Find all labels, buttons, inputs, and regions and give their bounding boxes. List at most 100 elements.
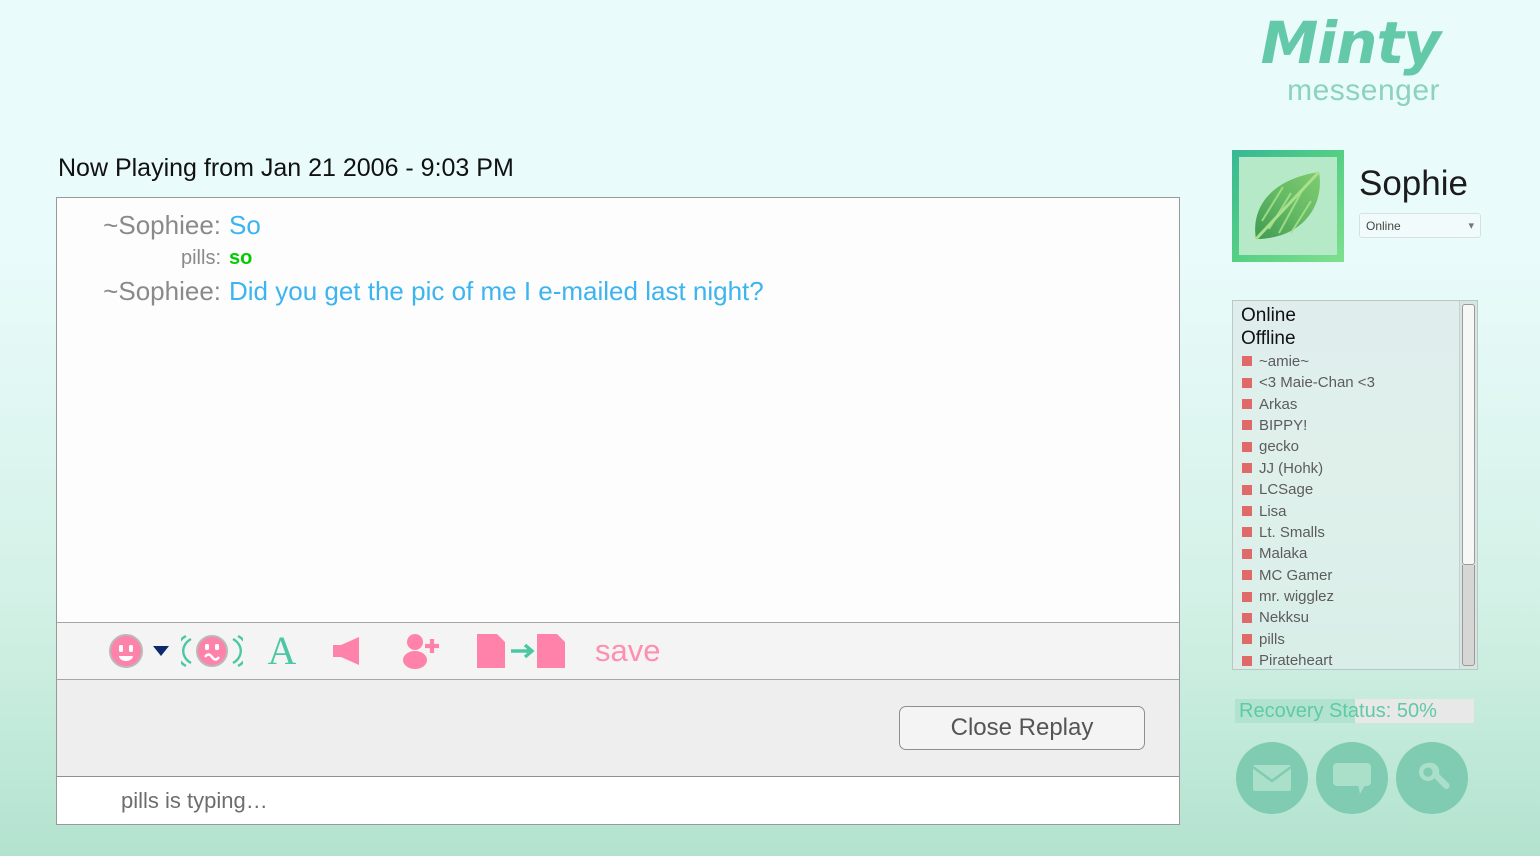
message-row: pills: so xyxy=(57,245,1179,273)
typing-indicator: pills is typing… xyxy=(121,787,268,813)
buddy-name: Lisa xyxy=(1259,502,1287,520)
add-person-icon xyxy=(403,634,439,669)
chat-button[interactable] xyxy=(1316,742,1388,814)
chevron-down-icon xyxy=(152,646,169,656)
message-composer[interactable]: pills is typing… xyxy=(57,776,1179,824)
message-sender: ~Sophiee: xyxy=(103,210,221,240)
offline-status-icon xyxy=(1242,548,1252,559)
list-item[interactable]: Pirateheart xyxy=(1239,650,1459,669)
buddy-name: Lt. Smalls xyxy=(1259,523,1325,541)
message-list: ~Sophiee: So pills: so ~Sophiee: Did you get … xyxy=(57,198,1179,622)
offline-status-icon xyxy=(1242,612,1252,623)
buzz-button[interactable] xyxy=(175,628,249,674)
buddy-name: LCSage xyxy=(1259,481,1314,499)
offline-status-icon xyxy=(1242,441,1252,452)
replay-title: Now Playing from Jan 21 2006 - 9:03 PM xyxy=(58,154,514,182)
buddy-name: Arkas xyxy=(1259,395,1298,413)
buddy-name: Malaka xyxy=(1259,545,1308,563)
buddy-name: mr. wigglez xyxy=(1259,588,1335,606)
offline-status-icon xyxy=(1242,506,1252,517)
buddy-list-scrollbar[interactable] xyxy=(1459,301,1477,669)
message-sender: ~Sophiee: xyxy=(103,276,221,307)
save-button[interactable]: save xyxy=(581,628,691,674)
list-item[interactable]: Lt. Smalls xyxy=(1239,522,1459,543)
app-branding: Minty messenger xyxy=(1120,9,1441,107)
buddy-name: pills xyxy=(1259,630,1285,648)
buddy-group-online[interactable]: Online xyxy=(1239,305,1459,328)
profile-row: Sophie Online ▾ xyxy=(1232,150,1492,262)
offline-status-icon xyxy=(1242,527,1252,538)
emoji-picker-button[interactable] xyxy=(101,628,175,674)
recovery-status-bar: Recovery Status: 50% xyxy=(1235,699,1474,723)
scrollbar-thumb[interactable] xyxy=(1462,304,1475,565)
smiley-icon xyxy=(108,634,143,668)
list-item[interactable]: pills xyxy=(1239,629,1459,650)
status-value: Online xyxy=(1366,218,1401,233)
font-a-icon: A xyxy=(267,628,297,673)
list-item[interactable]: Lisa xyxy=(1239,500,1459,521)
list-item[interactable]: gecko xyxy=(1239,436,1459,457)
offline-status-icon xyxy=(1242,570,1252,581)
sound-button[interactable] xyxy=(315,628,381,674)
list-item[interactable]: JJ (Hohk) xyxy=(1239,458,1459,479)
chat-toolbar: A save xyxy=(57,622,1179,680)
buddy-group-offline[interactable]: Offline xyxy=(1239,328,1459,351)
font-button[interactable]: A xyxy=(249,628,315,674)
buddy-name: ~amie~ xyxy=(1259,352,1310,370)
list-item[interactable]: ~amie~ xyxy=(1239,351,1459,372)
buddy-name: JJ (Hohk) xyxy=(1259,459,1324,477)
message-text: Did you get the pic of me I e-mailed las… xyxy=(229,276,764,307)
list-item[interactable]: Malaka xyxy=(1239,543,1459,564)
buddy-list: Online Offline ~amie~ <3 Maie-Chan <3 Arka… xyxy=(1233,301,1459,669)
buddy-list-panel[interactable]: Online Offline ~amie~ <3 Maie-Chan <3 Arka… xyxy=(1232,300,1478,670)
invite-button[interactable] xyxy=(381,628,461,674)
app-logo-title: Minty xyxy=(1260,9,1441,77)
quick-action-buttons xyxy=(1236,742,1468,814)
offline-status-icon xyxy=(1242,591,1252,602)
offline-status-icon xyxy=(1242,420,1252,431)
buzz-smiley-icon xyxy=(181,634,243,668)
file-transfer-icon xyxy=(477,634,565,668)
list-item[interactable]: MC Gamer xyxy=(1239,565,1459,586)
wrench-icon xyxy=(1418,762,1450,789)
message-row: ~Sophiee: So xyxy=(57,208,1179,243)
buddy-name: <3 Maie-Chan <3 xyxy=(1259,374,1375,392)
buddy-name: BIPPY! xyxy=(1259,416,1308,434)
speech-bubble-icon xyxy=(1333,763,1371,794)
speaker-icon xyxy=(333,637,359,665)
offline-status-icon xyxy=(1242,377,1252,388)
close-replay-button[interactable]: Close Replay xyxy=(899,706,1145,750)
envelope-icon xyxy=(1252,765,1292,791)
buddy-name: MC Gamer xyxy=(1259,566,1333,584)
list-item[interactable]: <3 Maie-Chan <3 xyxy=(1239,372,1459,393)
offline-status-icon xyxy=(1242,463,1252,474)
offline-status-icon xyxy=(1242,399,1252,410)
avatar[interactable] xyxy=(1232,150,1344,262)
profile-name: Sophie xyxy=(1359,164,1468,203)
chat-window: ~Sophiee: So pills: so ~Sophiee: Did you get … xyxy=(56,197,1180,825)
avatar-image xyxy=(1239,157,1337,255)
mint-leaf-icon xyxy=(1254,170,1321,241)
profile-meta: Sophie Online ▾ xyxy=(1359,150,1481,238)
list-item[interactable]: mr. wigglez xyxy=(1239,586,1459,607)
offline-status-icon xyxy=(1242,356,1252,367)
buddy-rows: ~amie~ <3 Maie-Chan <3 Arkas BIPPY! gecko JJ … xyxy=(1239,351,1459,669)
message-text: so xyxy=(229,246,253,269)
mail-button[interactable] xyxy=(1236,742,1308,814)
replay-action-bar: Close Replay xyxy=(57,680,1179,776)
buddy-name: gecko xyxy=(1259,438,1300,456)
settings-button[interactable] xyxy=(1396,742,1468,814)
message-row: ~Sophiee: Did you get the pic of me I e-m… xyxy=(57,274,1179,309)
app-logo-subtitle: messenger xyxy=(1287,74,1440,107)
offline-status-icon xyxy=(1242,484,1252,495)
scrollbar-track[interactable] xyxy=(1462,564,1475,666)
send-file-button[interactable] xyxy=(461,628,581,674)
recovery-status-label: Recovery Status: 50% xyxy=(1239,700,1437,722)
list-item[interactable]: LCSage xyxy=(1239,479,1459,500)
offline-status-icon xyxy=(1242,634,1252,645)
status-dropdown[interactable]: Online ▾ xyxy=(1359,213,1481,238)
offline-status-icon xyxy=(1242,655,1252,666)
list-item[interactable]: Arkas xyxy=(1239,393,1459,414)
list-item[interactable]: Nekksu xyxy=(1239,607,1459,628)
list-item[interactable]: BIPPY! xyxy=(1239,415,1459,436)
